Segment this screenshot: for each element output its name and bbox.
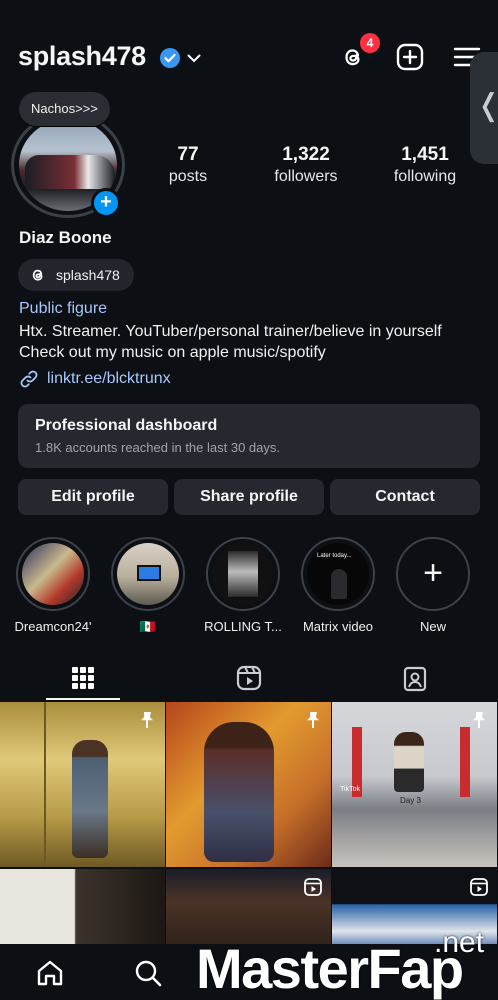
tab-tagged[interactable] (332, 656, 498, 700)
highlight-poster (228, 551, 258, 597)
highlight-label: 🇲🇽 (139, 619, 157, 634)
highlight-caption: Later today... (317, 553, 352, 559)
link-text: linktr.ee/blcktrunx (47, 370, 171, 387)
contact-button[interactable]: Contact (330, 479, 480, 515)
bio-line: Htx. Streamer. YouTuber/personal trainer… (19, 323, 442, 340)
threads-profile-chip[interactable]: splash478 (18, 259, 134, 291)
highlight-cover (117, 543, 179, 605)
thumbnail-figure (204, 722, 274, 862)
pin-icon (307, 712, 319, 728)
watermark-suffix: .net (434, 926, 485, 959)
highlight-dreamcon[interactable]: Dreamcon24' (7, 537, 99, 634)
followers-stat[interactable]: 1,322 followers (251, 144, 361, 186)
verified-badge-icon (160, 48, 180, 68)
tagged-icon (403, 666, 427, 692)
pin-icon (141, 712, 153, 728)
threads-handle: splash478 (56, 267, 120, 283)
threads-icon (28, 265, 48, 285)
grid-icon (72, 667, 94, 689)
posts-stat[interactable]: 77 posts (133, 144, 243, 186)
following-count: 1,451 (401, 144, 449, 165)
chevron-left-icon: ❬ (476, 88, 498, 123)
following-label: following (393, 168, 457, 185)
posts-label: posts (168, 168, 208, 185)
watermark-logo: Master Fap .net (196, 926, 484, 1000)
new-highlight-button[interactable]: + New (387, 537, 479, 634)
following-stat[interactable]: 1,451 following (370, 144, 480, 186)
professional-dashboard[interactable]: Professional dashboard 1.8K accounts rea… (18, 404, 480, 468)
plus-icon: + (423, 554, 443, 592)
highlight-figure (331, 569, 347, 599)
thumbnail-detail (460, 727, 470, 797)
tab-reels[interactable] (166, 656, 332, 700)
reels-icon (304, 878, 322, 896)
highlight-label: Dreamcon24' (14, 619, 92, 634)
posts-count: 77 (177, 144, 199, 165)
chevron-down-icon[interactable] (185, 49, 203, 67)
posts-grid: TikTok Day 3 (0, 702, 498, 952)
highlight-ring: + (396, 537, 470, 611)
profile-note[interactable]: Nachos>>> (19, 92, 110, 126)
home-icon[interactable] (35, 958, 65, 988)
highlight-ring (206, 537, 280, 611)
profile-tabs (0, 656, 498, 700)
post-thumbnail[interactable] (166, 702, 331, 867)
highlight-matrix[interactable]: Later today... Matrix video (292, 537, 384, 634)
full-name: Diaz Boone (19, 228, 112, 247)
create-plus-icon[interactable] (395, 42, 425, 72)
post-thumbnail[interactable] (0, 869, 165, 952)
highlight-label: New (419, 619, 446, 634)
active-tab-indicator (46, 698, 120, 700)
highlight-label: Matrix video (302, 619, 374, 634)
profile-header: splash478 4 (0, 33, 498, 80)
avatar-photo-car (25, 155, 115, 189)
thumbnail-detail (44, 702, 46, 867)
link-icon (19, 369, 39, 389)
add-story-icon[interactable]: + (91, 188, 121, 218)
tab-posts-grid[interactable] (0, 656, 166, 700)
thumbnail-figure (72, 740, 108, 858)
notification-badge: 4 (360, 33, 380, 53)
profile-category: Public figure (19, 300, 108, 317)
bio-line: Check out my music on apple music/spotif… (19, 344, 326, 361)
highlight-cover (22, 543, 84, 605)
dashboard-title: Professional dashboard (35, 417, 218, 434)
pin-icon (473, 712, 485, 728)
bio: Htx. Streamer. YouTuber/personal trainer… (19, 321, 489, 363)
highlight-cover: Later today... (307, 543, 369, 605)
thumbnail-caption: Day 3 (400, 796, 421, 805)
username-switcher[interactable]: splash478 (18, 41, 146, 72)
post-thumbnail[interactable] (0, 702, 165, 867)
highlight-ring (111, 537, 185, 611)
post-thumbnail[interactable]: TikTok Day 3 (332, 702, 497, 867)
watermark-text: Master (196, 937, 369, 1000)
highlight-label: ROLLING T... (204, 619, 282, 634)
bio-link[interactable]: linktr.ee/blcktrunx (19, 369, 171, 389)
highlight-cover (212, 543, 274, 605)
highlight-ring (16, 537, 90, 611)
followers-label: followers (274, 168, 338, 185)
highlight-mexico[interactable]: 🇲🇽 (102, 537, 194, 635)
followers-count: 1,322 (282, 144, 330, 165)
search-icon[interactable] (133, 958, 163, 988)
thumbnail-figure (394, 732, 424, 792)
reels-icon (236, 665, 262, 691)
dashboard-subtitle: 1.8K accounts reached in the last 30 day… (35, 440, 280, 455)
reels-icon (470, 878, 488, 896)
highlight-tv (137, 565, 161, 581)
edit-profile-button[interactable]: Edit profile (18, 479, 168, 515)
share-profile-button[interactable]: Share profile (174, 479, 324, 515)
highlight-rolling[interactable]: ROLLING T... (197, 537, 289, 634)
thumbnail-caption: TikTok (340, 786, 360, 793)
highlight-ring: Later today... (301, 537, 375, 611)
